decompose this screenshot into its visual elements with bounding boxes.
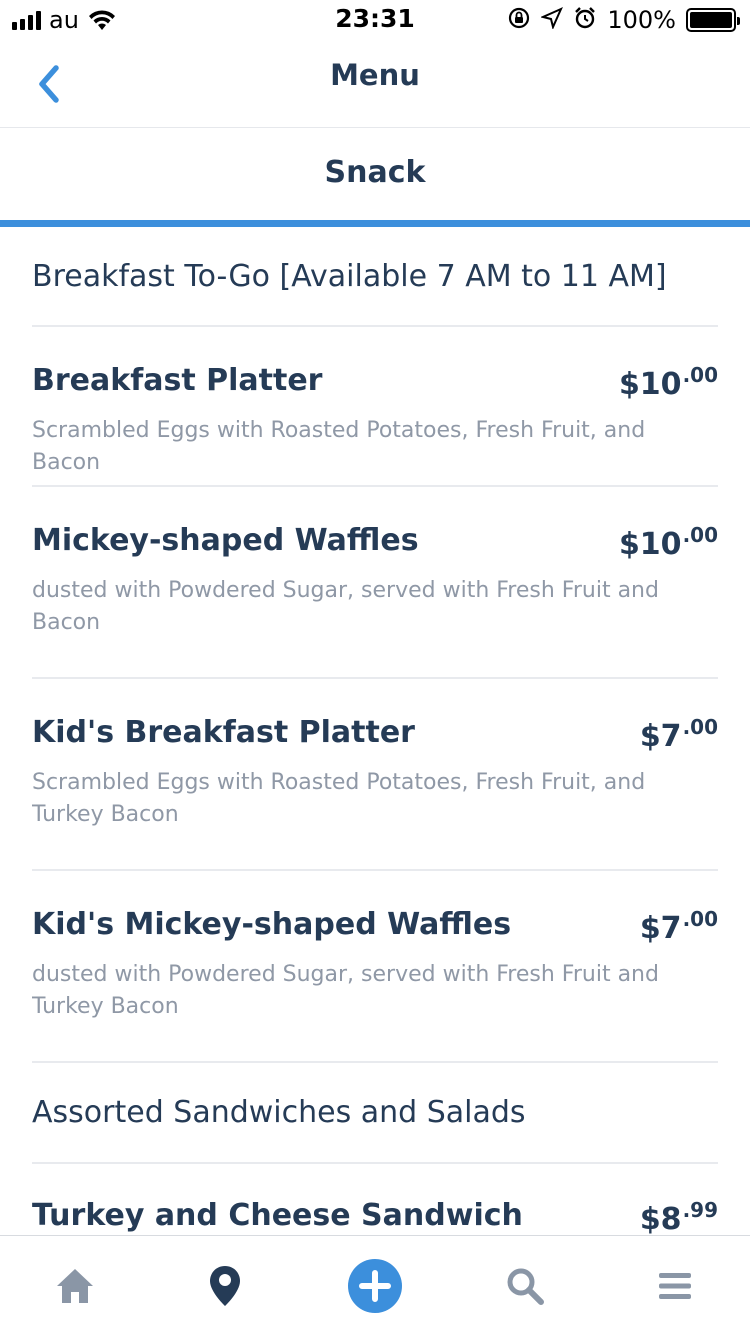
- item-price: $8.99: [640, 1198, 718, 1235]
- add-button[interactable]: [347, 1258, 403, 1318]
- item-name: Kid's Breakfast Platter: [32, 715, 415, 750]
- item-description: Scrambled Eggs with Roasted Potatoes, Fr…: [32, 770, 646, 827]
- map-button[interactable]: [197, 1260, 253, 1316]
- menu-item[interactable]: Breakfast Platter $10.00 Scrambled Eggs …: [32, 327, 718, 487]
- price-cents: .00: [682, 715, 718, 739]
- price-cents: .00: [682, 523, 718, 547]
- status-right: 100%: [507, 6, 740, 34]
- section-header: Breakfast To-Go [Available 7 AM to 11 AM…: [32, 227, 718, 327]
- item-description: Scrambled Eggs with Roasted Potatoes, Fr…: [32, 418, 646, 475]
- item-price: $10.00: [619, 363, 718, 402]
- price-dollars: $10: [618, 367, 682, 402]
- menu-item[interactable]: Turkey and Cheese Sandwich $8.99: [32, 1164, 718, 1235]
- price-dollars: $10: [618, 527, 682, 562]
- search-icon: [505, 1266, 545, 1310]
- bottom-tab-bar: [0, 1235, 750, 1334]
- item-price: $7.00: [640, 715, 718, 754]
- home-icon: [55, 1267, 95, 1309]
- more-menu-button[interactable]: [647, 1260, 703, 1316]
- rotation-lock-icon: [507, 6, 531, 34]
- item-price: $10.00: [619, 523, 718, 562]
- alarm-icon: [573, 6, 597, 34]
- battery-icon: [686, 8, 740, 32]
- item-price: $7.00: [640, 907, 718, 946]
- price-cents: .00: [682, 363, 718, 387]
- menu-item[interactable]: Kid's Mickey-shaped Waffles $7.00 dusted…: [32, 871, 718, 1063]
- search-button[interactable]: [497, 1260, 553, 1316]
- status-bar: au 23:31 100%: [0, 0, 750, 40]
- plus-icon: [347, 1258, 403, 1318]
- menu-icon: [657, 1270, 693, 1306]
- page-title: Menu: [330, 58, 420, 92]
- price-cents: .99: [682, 1198, 718, 1222]
- price-dollars: $8: [639, 1202, 682, 1235]
- category-tab-bar: Snack: [0, 129, 750, 227]
- menu-item[interactable]: Mickey-shaped Waffles $10.00 dusted with…: [32, 487, 718, 679]
- chevron-left-icon: [30, 65, 74, 110]
- item-name: Mickey-shaped Waffles: [32, 523, 419, 558]
- home-button[interactable]: [47, 1260, 103, 1316]
- tab-active-indicator: [0, 220, 750, 227]
- item-description: dusted with Powdered Sugar, served with …: [32, 962, 659, 1019]
- price-cents: .00: [682, 907, 718, 931]
- menu-item[interactable]: Kid's Breakfast Platter $7.00 Scrambled …: [32, 679, 718, 871]
- location-pin-icon: [208, 1264, 242, 1312]
- location-arrow-icon: [540, 7, 564, 33]
- item-name: Breakfast Platter: [32, 363, 323, 398]
- battery-percent: 100%: [607, 6, 676, 34]
- menu-list[interactable]: Breakfast To-Go [Available 7 AM to 11 AM…: [32, 227, 718, 1235]
- tab-snack[interactable]: Snack: [0, 129, 750, 221]
- price-dollars: $7: [639, 719, 682, 754]
- section-header: Assorted Sandwiches and Salads: [32, 1063, 718, 1164]
- price-dollars: $7: [639, 911, 682, 946]
- item-name: Turkey and Cheese Sandwich: [32, 1198, 523, 1233]
- item-description: dusted with Powdered Sugar, served with …: [32, 578, 659, 635]
- navigation-bar: Menu: [0, 40, 750, 128]
- item-name: Kid's Mickey-shaped Waffles: [32, 907, 512, 942]
